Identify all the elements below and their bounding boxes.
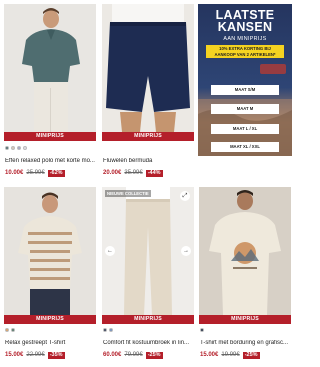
- product-title[interactable]: T-shirt met borduring en grafisc...: [200, 340, 292, 346]
- current-price: 15.00€: [200, 352, 219, 358]
- miniprijs-badge: MINIPRIJS: [4, 315, 96, 324]
- new-collection-tag: NIEUWE COLLECTIE: [105, 190, 151, 197]
- product-image[interactable]: NIEUWE COLLECTIE ⤢ ← →: [102, 187, 194, 315]
- miniprijs-badge: MINIPRIJS: [4, 132, 96, 141]
- product-title[interactable]: Effen relaxed polo met korte mo...: [5, 158, 97, 164]
- old-price: 22.99€: [26, 352, 45, 358]
- product-title[interactable]: Relax gestreept T-shirt: [5, 340, 97, 346]
- discount-badge: -35%: [47, 351, 65, 359]
- color-swatch[interactable]: [11, 328, 15, 332]
- current-price: 10.00€: [5, 170, 24, 176]
- product-card[interactable]: MINIPRIJS Relax gestreept T-shirt 15.00€…: [4, 187, 96, 362]
- size-button-s-m[interactable]: MAAT S/M: [211, 85, 279, 95]
- color-swatches: [103, 328, 113, 333]
- price-row: 10.00€ 25.99€ -62%: [5, 169, 65, 177]
- discount-badge: -25%: [145, 351, 163, 359]
- miniprijs-badge: MINIPRIJS: [102, 132, 194, 141]
- arrow-left-icon[interactable]: ←: [105, 246, 115, 256]
- color-swatches: [5, 328, 15, 333]
- promo-strip-line: AANKOOP VAN 2 ARTIKELEN*: [214, 51, 276, 57]
- current-price: 15.00€: [5, 352, 24, 358]
- product-image[interactable]: [199, 187, 291, 315]
- old-price: 35.99€: [124, 170, 143, 176]
- color-swatches: [5, 146, 27, 151]
- miniprijs-badge: MINIPRIJS: [102, 315, 194, 324]
- color-swatch[interactable]: [5, 328, 9, 332]
- expand-icon[interactable]: ⤢: [180, 191, 190, 201]
- price-row: 20.00€ 35.99€ -44%: [103, 169, 163, 177]
- price-row: 15.00€ 19.99€ -25%: [200, 351, 260, 359]
- color-swatch[interactable]: [17, 146, 21, 150]
- discount-badge: -44%: [145, 169, 163, 177]
- color-swatch[interactable]: [200, 328, 204, 332]
- current-price: 60.00€: [103, 352, 122, 358]
- promo-banner[interactable]: LAATSTE KANSEN AAN MINIPRIJS 10% EXTRA K…: [198, 4, 292, 156]
- product-image[interactable]: [4, 187, 96, 315]
- promo-subtitle: AAN MINIPRIJS: [223, 36, 267, 42]
- size-button-xl-xxl[interactable]: MAAT XL / XXL: [211, 142, 279, 152]
- old-price: 79.99€: [124, 352, 143, 358]
- current-price: 20.00€: [103, 170, 122, 176]
- product-image[interactable]: [4, 4, 96, 132]
- product-card[interactable]: NIEUWE COLLECTIE ⤢ ← → MINIPRIJS Comfort…: [102, 187, 194, 362]
- color-swatch[interactable]: [109, 328, 113, 332]
- product-image[interactable]: [102, 4, 194, 132]
- arrow-right-icon[interactable]: →: [181, 246, 191, 256]
- color-swatch[interactable]: [5, 146, 9, 150]
- product-card[interactable]: MINIPRIJS T-shirt met borduring en grafi…: [199, 187, 291, 362]
- product-title[interactable]: Comfort fit kostuumbroek in lin...: [103, 340, 195, 346]
- product-title[interactable]: Fluwelen bermuda: [103, 158, 195, 164]
- old-price: 25.99€: [26, 170, 45, 176]
- promo-title-line: KANSEN: [217, 20, 273, 34]
- color-swatch[interactable]: [11, 146, 15, 150]
- size-button-m[interactable]: MAAT M: [211, 104, 279, 114]
- color-swatch[interactable]: [103, 328, 107, 332]
- price-row: 15.00€ 22.99€ -35%: [5, 351, 65, 359]
- promo-title: LAATSTE KANSEN: [198, 9, 292, 34]
- color-swatches: [200, 328, 204, 333]
- price-row: 60.00€ 79.99€ -25%: [103, 351, 163, 359]
- promo-discount-strip: 10% EXTRA KORTING BIJ AANKOOP VAN 2 ARTI…: [206, 45, 284, 58]
- size-button-l-xl[interactable]: MAAT L / XL: [211, 124, 279, 134]
- product-card[interactable]: MINIPRIJS Fluwelen bermuda 20.00€ 35.99€…: [102, 4, 195, 177]
- product-card[interactable]: MINIPRIJS Effen relaxed polo met korte m…: [4, 4, 97, 177]
- discount-badge: -62%: [47, 169, 65, 177]
- discount-badge: -25%: [242, 351, 260, 359]
- miniprijs-badge: MINIPRIJS: [199, 315, 291, 324]
- old-price: 19.99€: [221, 352, 240, 358]
- color-swatch[interactable]: [23, 146, 27, 150]
